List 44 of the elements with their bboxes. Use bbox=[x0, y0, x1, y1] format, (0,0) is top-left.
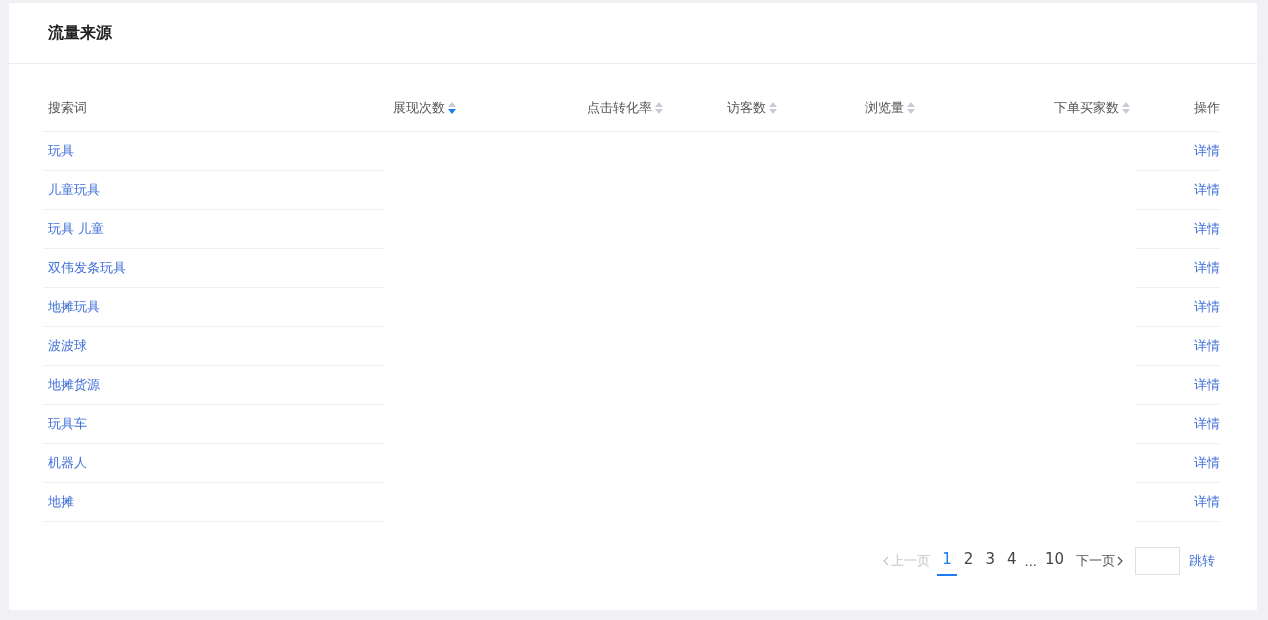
chevron-icon bbox=[883, 556, 890, 566]
column-header[interactable]: 下单买家数 bbox=[1054, 98, 1119, 117]
keyword-link[interactable]: 地摊玩具 bbox=[48, 298, 100, 316]
column-header[interactable]: 访客数 bbox=[727, 98, 766, 117]
keyword-link[interactable]: 玩具车 bbox=[48, 415, 87, 433]
keyword-link[interactable]: 双伟发条玩具 bbox=[48, 259, 126, 277]
next-page-button[interactable]: 下一页 bbox=[1076, 552, 1123, 570]
column-header[interactable]: 展现次数 bbox=[393, 98, 445, 117]
sort-icon[interactable] bbox=[907, 101, 915, 114]
details-link[interactable]: 详情 bbox=[1194, 493, 1220, 511]
column-header[interactable]: 浏览量 bbox=[865, 98, 904, 117]
keyword-link[interactable]: 玩具 bbox=[48, 142, 74, 160]
details-link[interactable]: 详情 bbox=[1194, 454, 1220, 472]
page-ellipsis: ... bbox=[1023, 553, 1038, 569]
page-button[interactable]: 10 bbox=[1039, 546, 1069, 576]
keyword-link[interactable]: 儿童玩具 bbox=[48, 181, 100, 199]
page-input[interactable] bbox=[1135, 547, 1180, 575]
column-header: 操作 bbox=[1194, 98, 1220, 117]
keyword-link[interactable]: 地摊货源 bbox=[48, 376, 100, 394]
sort-icon[interactable] bbox=[655, 101, 663, 114]
sort-icon[interactable] bbox=[1122, 101, 1130, 114]
sort-icon[interactable] bbox=[448, 101, 456, 114]
page-button[interactable]: 2 bbox=[958, 546, 979, 576]
details-link[interactable]: 详情 bbox=[1194, 415, 1220, 433]
keyword-link[interactable]: 地摊 bbox=[48, 493, 74, 511]
details-link[interactable]: 详情 bbox=[1194, 298, 1220, 316]
details-link[interactable]: 详情 bbox=[1194, 337, 1220, 355]
details-link[interactable]: 详情 bbox=[1194, 181, 1220, 199]
page-button[interactable]: 3 bbox=[980, 546, 1000, 576]
chevron-icon bbox=[1117, 556, 1123, 566]
current-page-button[interactable]: 1 bbox=[937, 546, 957, 576]
card-title: 流量来源 bbox=[48, 22, 112, 44]
details-link[interactable]: 详情 bbox=[1194, 220, 1220, 238]
column-header[interactable]: 点击转化率 bbox=[587, 98, 652, 117]
details-link[interactable]: 详情 bbox=[1194, 376, 1220, 394]
keyword-link[interactable]: 机器人 bbox=[48, 454, 87, 472]
details-link[interactable]: 详情 bbox=[1194, 259, 1220, 277]
column-header: 搜索词 bbox=[48, 98, 87, 117]
jump-link[interactable]: 跳转 bbox=[1189, 552, 1215, 570]
details-link[interactable]: 详情 bbox=[1194, 142, 1220, 160]
keyword-link[interactable]: 波波球 bbox=[48, 337, 87, 355]
page-button[interactable]: 4 bbox=[1001, 546, 1022, 576]
keyword-link[interactable]: 玩具 儿童 bbox=[48, 220, 105, 238]
sort-icon[interactable] bbox=[769, 101, 777, 114]
